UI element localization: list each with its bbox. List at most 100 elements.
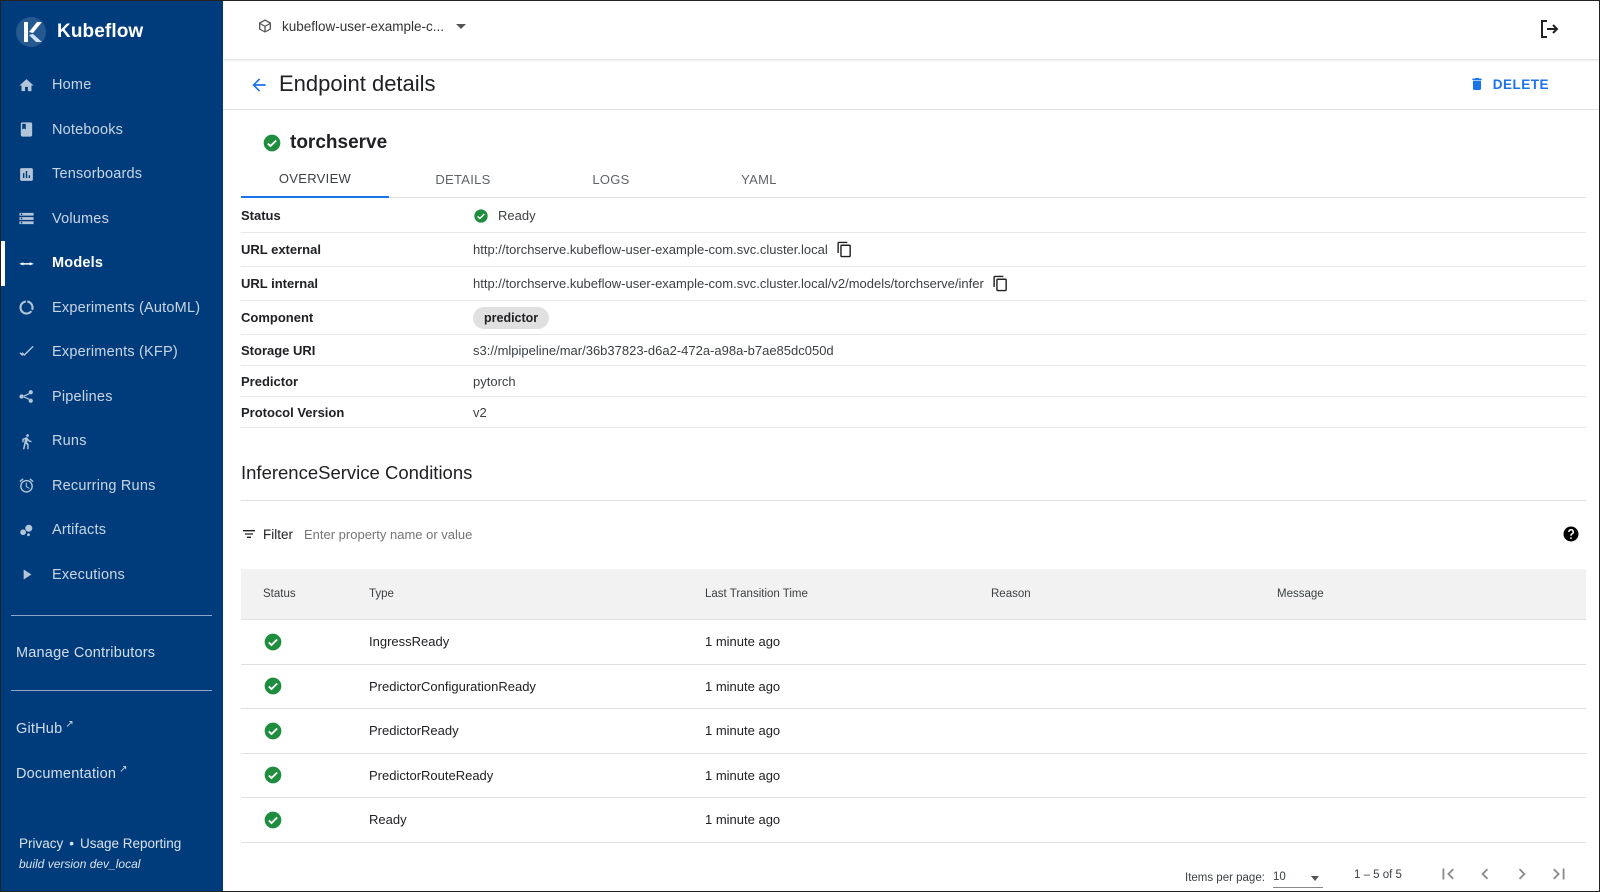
status-cell (241, 810, 369, 830)
check-circle-icon (474, 208, 488, 223)
chevron-left-icon (1481, 868, 1489, 880)
page-header: Endpoint details DELETE (223, 59, 1599, 110)
cube-icon (259, 19, 271, 33)
help-icon[interactable] (1562, 525, 1580, 543)
detail-row-storage-uri: Storage URI s3://mlpipeline/mar/36b37823… (241, 335, 1586, 366)
detail-row-predictor: Predictor pytorch (241, 366, 1586, 397)
usage-reporting-link[interactable]: Usage Reporting (80, 836, 181, 851)
bar-chart-icon (17, 165, 35, 183)
bubbles-icon (17, 521, 35, 539)
first-page-icon (1442, 868, 1454, 880)
book-icon (17, 121, 35, 139)
sidebar-item-label: Experiments (AutoML) (52, 299, 201, 316)
build-version: build version dev_local (19, 857, 141, 871)
sidebar-item-executions[interactable]: Executions (1, 553, 223, 598)
type-cell: PredictorConfigurationReady (369, 678, 536, 694)
sidebar-item-label: Pipelines (52, 388, 113, 405)
tab-overview[interactable]: OVERVIEW (241, 160, 389, 198)
sidebar-item-experiments-automl[interactable]: Experiments (AutoML) (1, 286, 223, 331)
detail-row-status: Status Ready (241, 199, 1586, 233)
status-cell (241, 632, 369, 652)
sidebar-nav: Home Notebooks Tensorboards Volumes Mode… (1, 63, 223, 597)
delete-button[interactable]: DELETE (1469, 76, 1549, 92)
check-circle-icon (264, 677, 282, 695)
next-page-button[interactable] (1511, 863, 1533, 885)
home-icon (17, 76, 35, 94)
tab-details[interactable]: DETAILS (389, 160, 537, 198)
sidebar-item-recurring-runs[interactable]: Recurring Runs (1, 464, 223, 509)
chevron-right-icon (1518, 868, 1526, 880)
logout-icon[interactable] (1537, 17, 1561, 41)
sidebar-item-volumes[interactable]: Volumes (1, 197, 223, 242)
sidebar-item-tensorboards[interactable]: Tensorboards (1, 152, 223, 197)
last-page-button[interactable] (1548, 863, 1570, 885)
component-chip: predictor (473, 306, 550, 329)
top-bar: kubeflow-user-example-c... (223, 1, 1599, 59)
tab-yaml[interactable]: YAML (685, 160, 833, 198)
filter-label: Filter (263, 526, 293, 542)
column-header-reason[interactable]: Reason (991, 588, 1277, 600)
status-cell (241, 721, 369, 741)
detail-row-component: Component predictor (241, 301, 1586, 335)
external-link-icon: ↗ (119, 764, 128, 775)
check-circle-icon (264, 766, 282, 784)
trash-icon (1472, 78, 1482, 90)
copy-icon[interactable] (992, 275, 1009, 292)
sidebar: Kubeflow Home Notebooks Tensorboards Vol… (1, 1, 223, 891)
url-external-text: http://torchserve.kubeflow-user-example-… (473, 242, 828, 257)
namespace-label: kubeflow-user-example-c... (282, 18, 445, 34)
sidebar-item-artifacts[interactable]: Artifacts (1, 508, 223, 553)
sidebar-item-label: Tensorboards (52, 166, 143, 183)
first-page-button[interactable] (1437, 863, 1459, 885)
manage-contributors-link[interactable]: Manage Contributors (16, 645, 155, 661)
sidebar-item-pipelines[interactable]: Pipelines (1, 375, 223, 420)
chevron-down-icon (456, 23, 467, 29)
table-row: Ready 1 minute ago (241, 798, 1586, 843)
column-header-status[interactable]: Status (241, 588, 369, 600)
copy-icon[interactable] (836, 241, 853, 258)
footer-links: Privacy • Usage Reporting (19, 836, 181, 851)
namespace-selector[interactable]: kubeflow-user-example-c... (257, 18, 467, 34)
type-cell: PredictorRouteReady (369, 767, 494, 783)
back-arrow-icon[interactable] (249, 75, 269, 95)
conditions-title: InferenceService Conditions (241, 462, 473, 483)
delete-label: DELETE (1492, 76, 1549, 92)
column-header-message[interactable]: Message (1277, 588, 1577, 600)
sidebar-item-home[interactable]: Home (1, 63, 223, 108)
pipeline-icon (17, 388, 35, 406)
storage-icon (17, 210, 35, 228)
sidebar-divider (11, 690, 212, 691)
sidebar-item-label: Runs (52, 433, 87, 450)
tab-logs[interactable]: LOGS (537, 160, 685, 198)
privacy-link[interactable]: Privacy (19, 836, 63, 851)
items-per-page-label: Items per page: (1185, 872, 1265, 884)
endpoint-name: torchserve (290, 132, 388, 153)
time-cell: 1 minute ago (705, 767, 781, 783)
table-row: PredictorReady 1 minute ago (241, 709, 1586, 754)
filter-icon (243, 530, 255, 538)
column-header-last-transition-time[interactable]: Last Transition Time (705, 588, 991, 600)
column-header-type[interactable]: Type (369, 588, 705, 600)
filter-input[interactable] (304, 526, 604, 542)
paginator: Items per page: 10 1 – 5 of 5 (241, 859, 1586, 891)
github-link[interactable]: GitHub ↗ (16, 719, 74, 737)
detail-key: Protocol Version (241, 404, 345, 420)
detail-value: Ready (473, 208, 536, 224)
items-per-page-select[interactable]: 10 (1273, 866, 1323, 888)
sidebar-item-label: Executions (52, 566, 125, 583)
documentation-link[interactable]: Documentation ↗ (16, 764, 128, 782)
footer-separator: • (69, 836, 74, 851)
sidebar-item-runs[interactable]: Runs (1, 419, 223, 464)
page-range: 1 – 5 of 5 (1354, 869, 1402, 881)
previous-page-button[interactable] (1474, 863, 1496, 885)
detail-key: Predictor (241, 373, 299, 389)
brand[interactable]: Kubeflow (15, 15, 143, 49)
detail-value: pytorch (473, 373, 516, 389)
detail-value: predictor (473, 306, 550, 329)
detail-key: URL external (241, 242, 321, 257)
sidebar-item-experiments-kfp[interactable]: Experiments (KFP) (1, 330, 223, 375)
sidebar-item-label: Home (52, 77, 92, 94)
sidebar-item-notebooks[interactable]: Notebooks (1, 108, 223, 153)
sidebar-item-models[interactable]: Models (1, 241, 223, 286)
time-cell: 1 minute ago (705, 812, 781, 828)
